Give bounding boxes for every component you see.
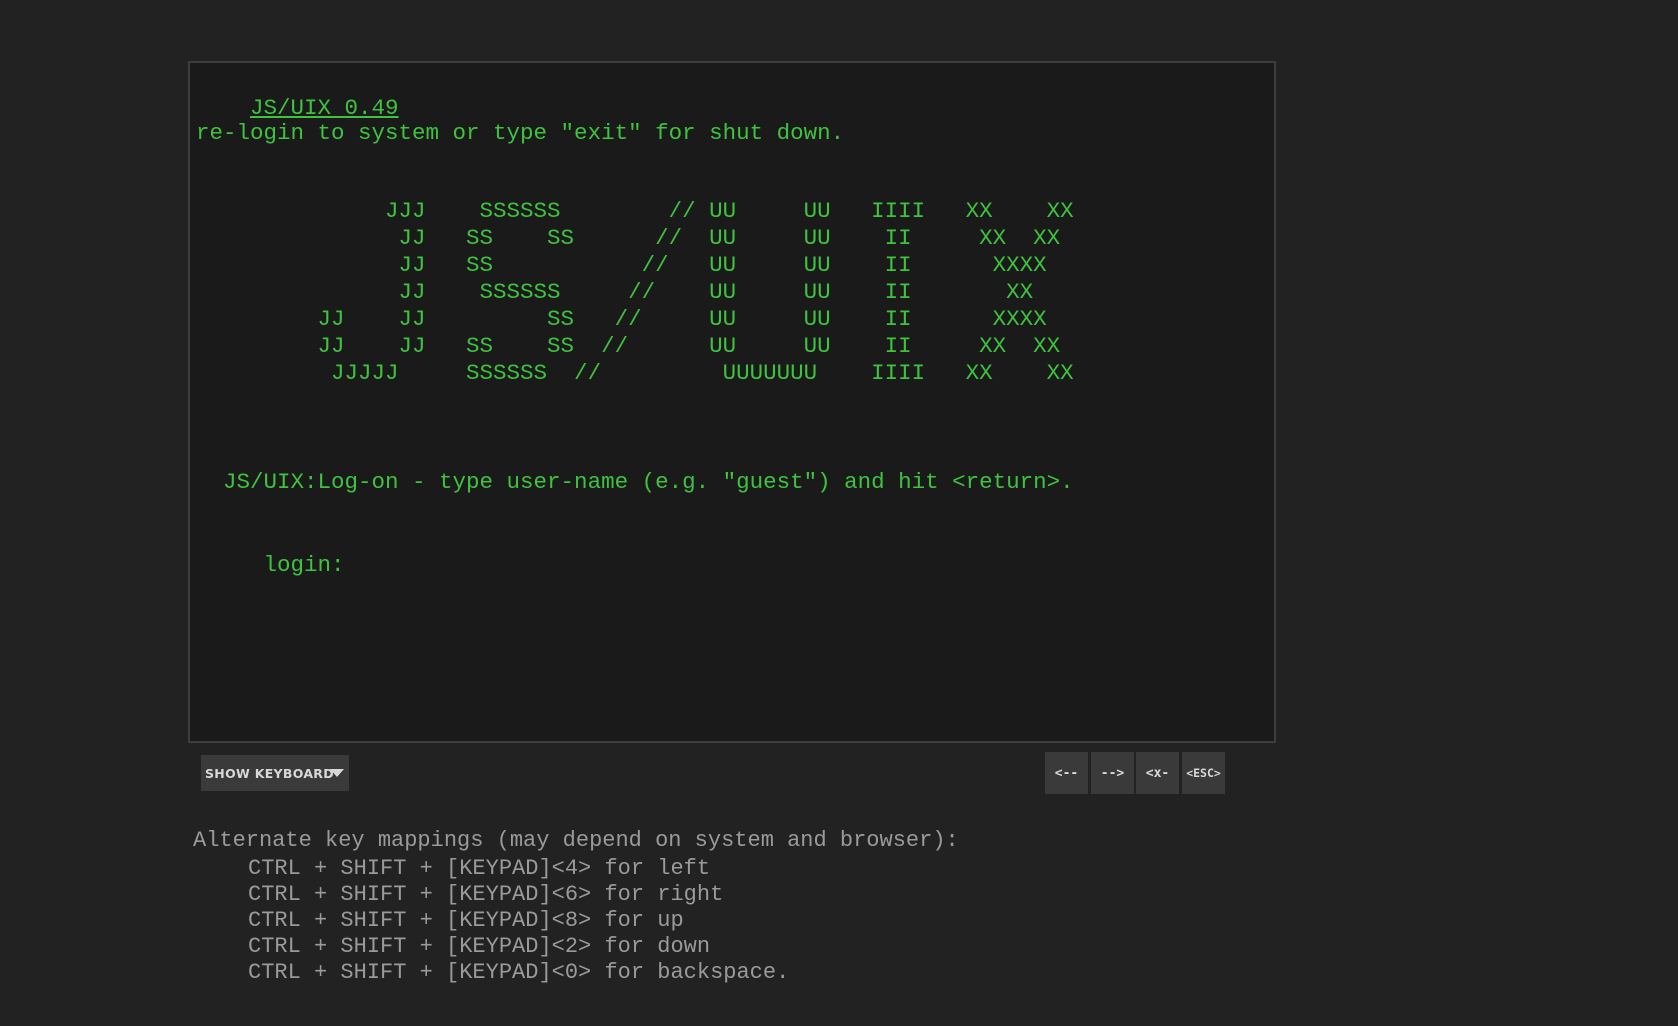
show-keyboard-button[interactable]: SHOW KEYBOARD [201, 755, 349, 791]
terminal-title-link[interactable]: JS/UIX 0.49 [250, 95, 399, 121]
chevron-down-icon [330, 769, 344, 777]
logon-hint: JS/UIX:Log-on - type user-name (e.g. "gu… [196, 469, 1074, 495]
list-item: CTRL + SHIFT + [KEYPAD]<8> for up [248, 908, 684, 933]
login-prompt[interactable]: login: [196, 523, 345, 578]
key-mapping-notes: Alternate key mappings (may depend on sy… [193, 826, 959, 986]
relogin-message: re-login to system or type "exit" for sh… [196, 120, 845, 146]
banner-line: JJ JJ SS // UU UU II XXXX [196, 306, 1047, 332]
arrow-left-key-button[interactable]: <-- [1045, 752, 1088, 794]
list-item: CTRL + SHIFT + [KEYPAD]<6> for right [248, 882, 724, 907]
arrow-right-key-button[interactable]: --> [1091, 752, 1134, 794]
banner-line: JJJJJ SSSSSS // UUUUUUU IIII XX XX [196, 360, 1074, 386]
banner-line: JJJ SSSSSS // UU UU IIII XX XX [196, 198, 1074, 224]
backspace-key-button[interactable]: <x- [1136, 752, 1179, 794]
list-item: CTRL + SHIFT + [KEYPAD]<2> for down [248, 934, 711, 959]
list-item: CTRL + SHIFT + [KEYPAD]<4> for left [248, 856, 711, 881]
banner-line: JJ SS SS // UU UU II XX XX [196, 225, 1061, 251]
terminal-title[interactable]: JS/UIX 0.49 [196, 66, 399, 121]
key-mapping-heading: Alternate key mappings (may depend on sy… [193, 828, 959, 853]
terminal-controls: SHOW KEYBOARD <-- --> <x- <ESC> [188, 748, 1276, 796]
banner-line: JJ JJ SS SS // UU UU II XX XX [196, 333, 1061, 359]
escape-icon: <ESC> [1186, 766, 1221, 780]
arrow-right-icon: --> [1100, 765, 1125, 781]
terminal-screen[interactable]: JS/UIX 0.49 re-login to system or type "… [188, 61, 1276, 743]
key-mapping-list: CTRL + SHIFT + [KEYPAD]<4> for left CTRL… [193, 856, 959, 986]
login-prompt-label: login: [250, 552, 345, 578]
backspace-icon: <x- [1145, 765, 1170, 781]
show-keyboard-label: SHOW KEYBOARD [205, 765, 334, 781]
list-item: CTRL + SHIFT + [KEYPAD]<0> for backspace… [248, 960, 790, 985]
banner-line: JJ SS // UU UU II XXXX [196, 252, 1047, 278]
banner-line: JJ SSSSSS // UU UU II XX [196, 279, 1034, 305]
arrow-left-icon: <-- [1054, 765, 1079, 781]
escape-key-button[interactable]: <ESC> [1182, 752, 1225, 794]
